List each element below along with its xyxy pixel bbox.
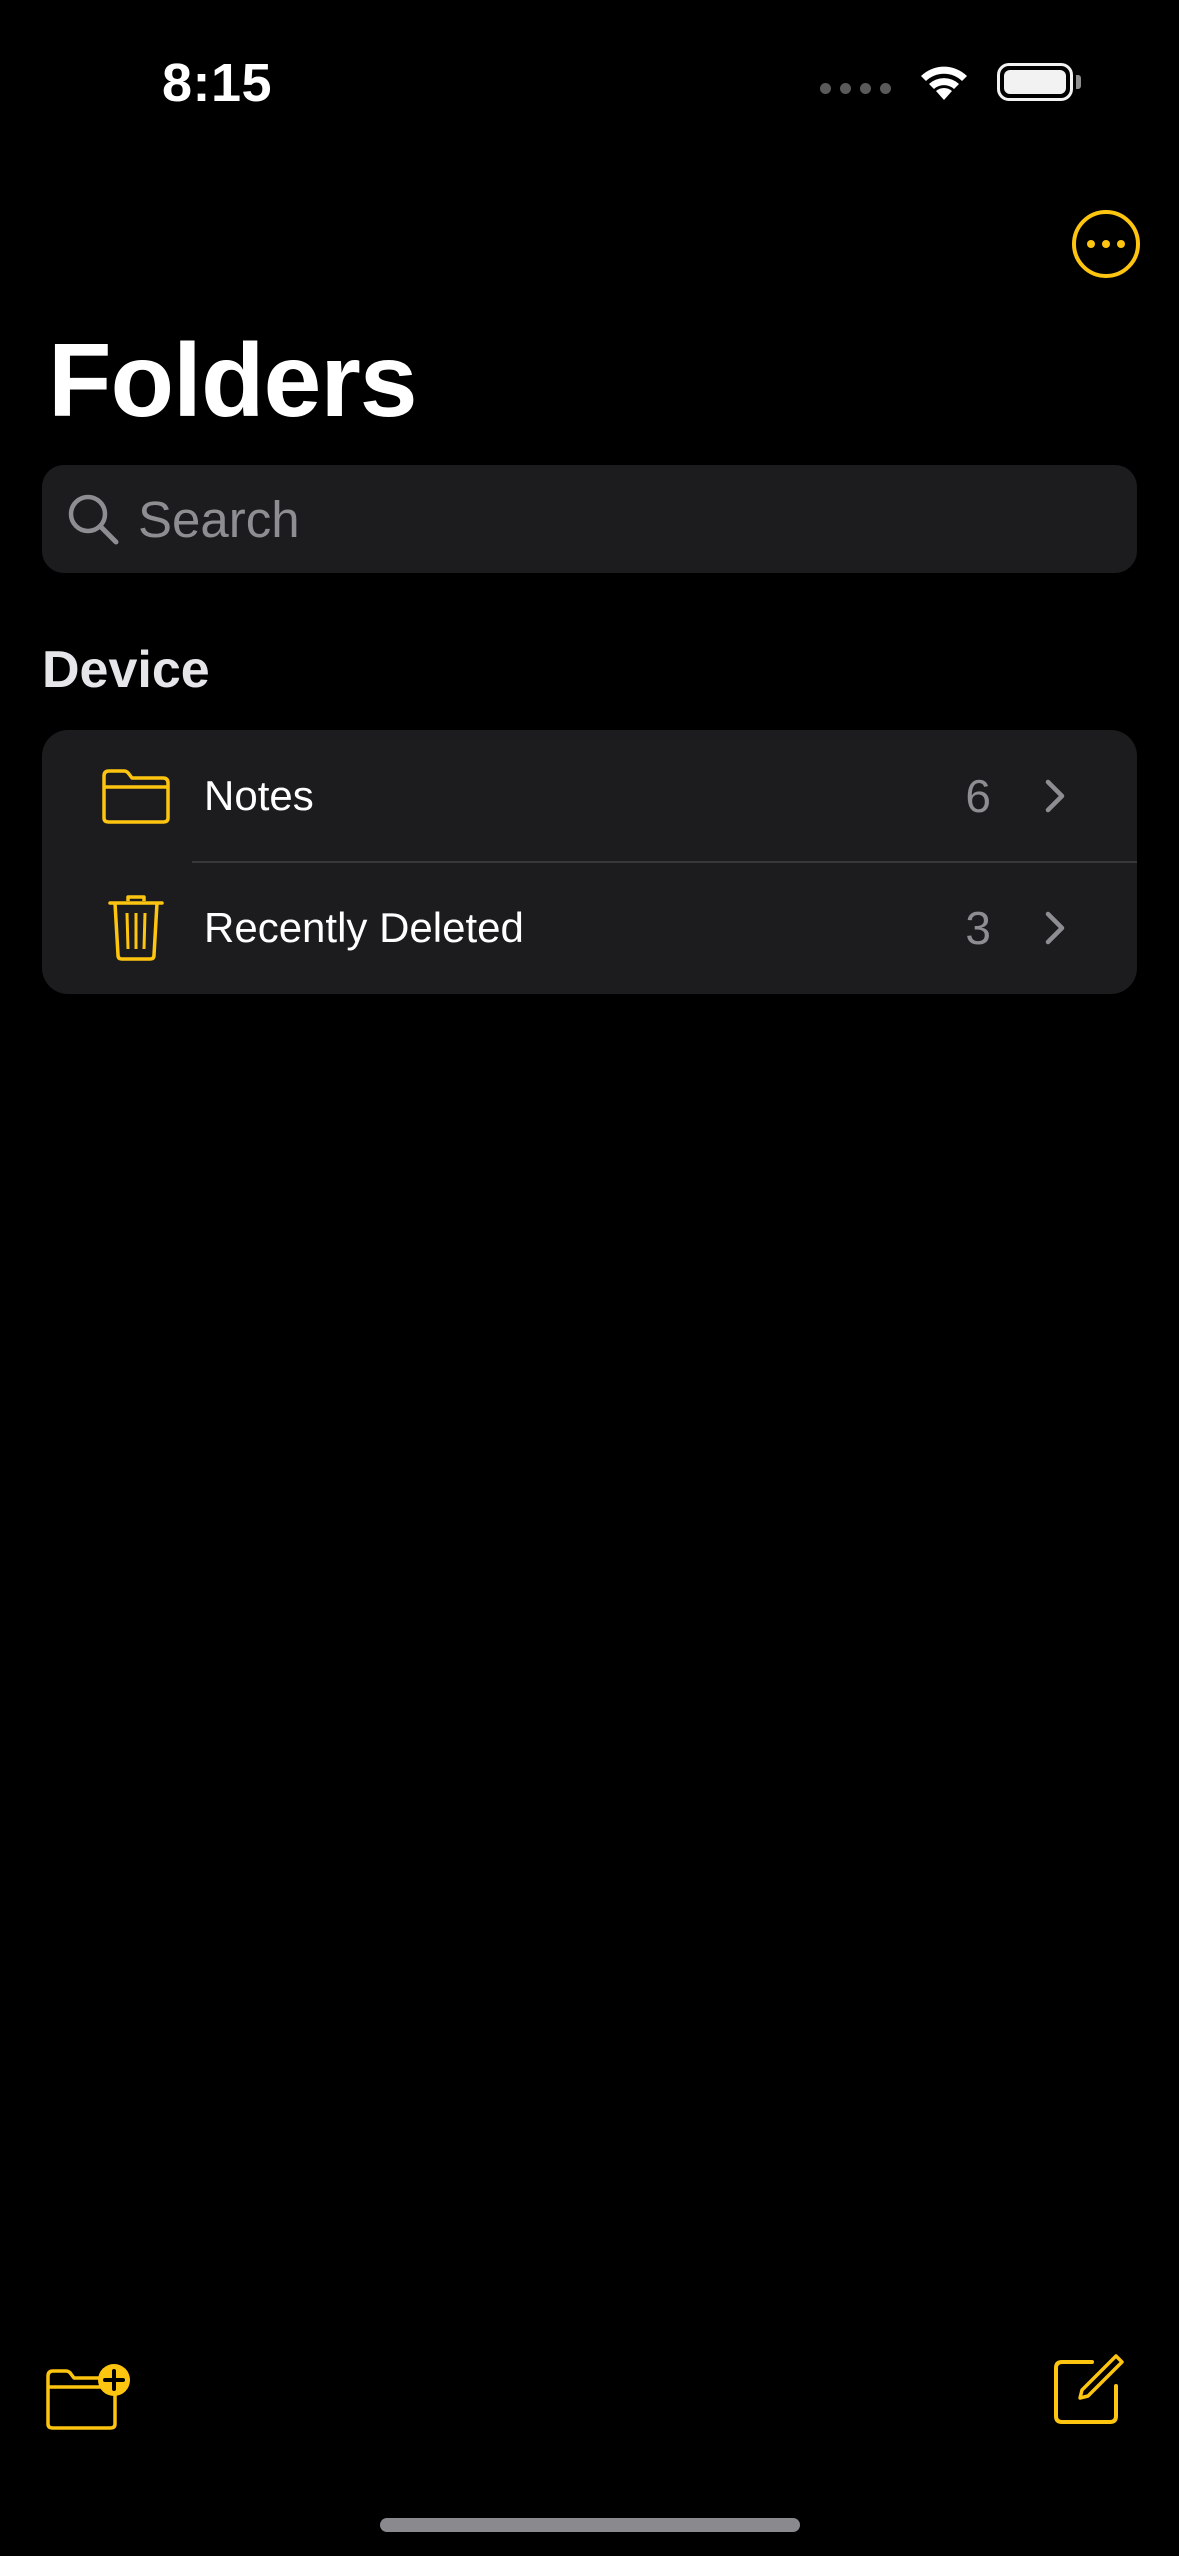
page-title: Folders <box>48 323 418 439</box>
notes-folders-screen: 8:15 Folders Device <box>0 0 1179 2556</box>
folder-icon <box>98 758 174 834</box>
folder-row-notes[interactable]: Notes 6 <box>42 730 1137 863</box>
folder-count: 3 <box>965 902 991 954</box>
chevron-right-icon <box>1045 911 1065 945</box>
folder-label: Notes <box>204 772 314 819</box>
battery-icon <box>997 63 1081 101</box>
status-time: 8:15 <box>162 53 273 113</box>
folder-list: Notes 6 Recently Deleted 3 <box>42 730 1137 994</box>
compose-icon[interactable] <box>1050 2352 1126 2428</box>
status-indicators <box>820 62 1081 102</box>
folder-label: Recently Deleted <box>204 904 524 951</box>
new-folder-icon[interactable] <box>44 2360 134 2432</box>
folder-count: 6 <box>965 770 991 822</box>
search-bar[interactable] <box>42 465 1137 573</box>
cellular-signal-icon <box>820 82 891 94</box>
wifi-icon <box>921 66 967 100</box>
more-options-button[interactable] <box>1072 210 1140 278</box>
trash-icon <box>98 890 174 966</box>
home-indicator <box>380 2518 800 2532</box>
section-header-device: Device <box>42 641 210 699</box>
search-icon <box>68 494 119 545</box>
chevron-right-icon <box>1045 779 1065 813</box>
folder-row-recently-deleted[interactable]: Recently Deleted 3 <box>42 862 1137 994</box>
search-input[interactable] <box>138 489 1038 549</box>
